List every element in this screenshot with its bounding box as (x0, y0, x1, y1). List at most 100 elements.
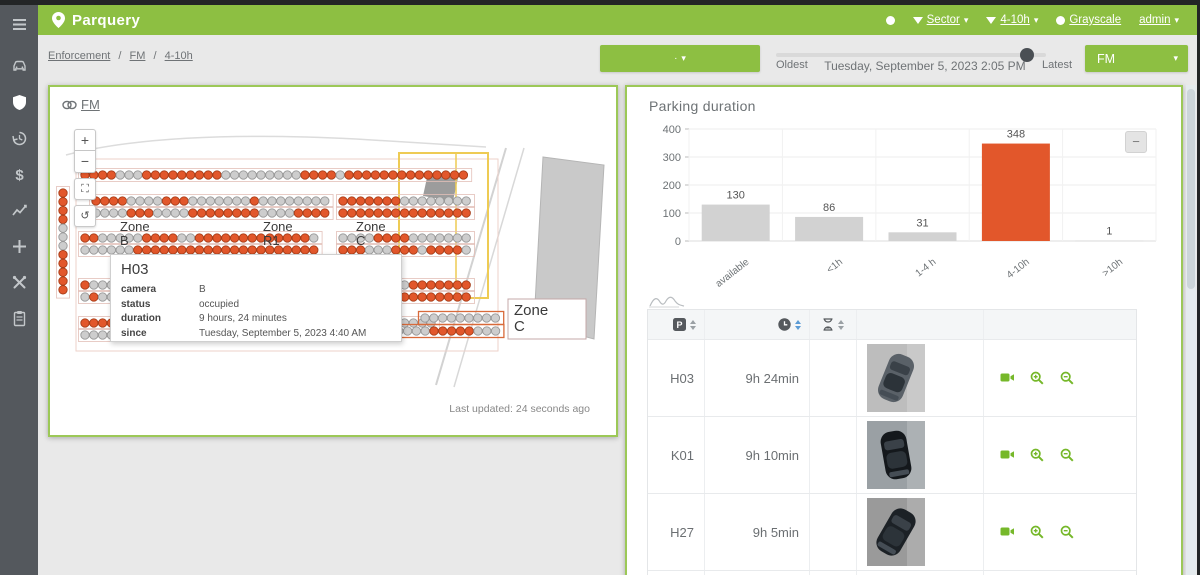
parking-spot-dot[interactable] (171, 197, 179, 205)
page-scrollbar[interactable] (1186, 85, 1196, 575)
parking-spot-dot[interactable] (459, 171, 467, 179)
parking-spot-dot[interactable] (409, 293, 417, 301)
parking-spot-dot[interactable] (107, 246, 115, 254)
parking-spot-dot[interactable] (354, 171, 362, 179)
zoom-in-icon[interactable] (1030, 448, 1045, 463)
dollar-icon[interactable]: $ (9, 164, 29, 184)
sort-arrows-icon[interactable] (795, 320, 801, 330)
parking-spot-dot[interactable] (250, 197, 258, 205)
parking-spot-dot[interactable] (453, 209, 461, 217)
parking-spot-dot[interactable] (134, 246, 142, 254)
breadcrumb-link-4-10h[interactable]: 4-10h (165, 50, 193, 62)
parking-spot-dot[interactable] (374, 197, 382, 205)
parking-spot-dot[interactable] (312, 197, 320, 205)
parking-spot-dot[interactable] (462, 293, 470, 301)
parking-spot-dot[interactable] (365, 209, 373, 217)
parking-spot-dot[interactable] (400, 246, 408, 254)
chart-bar-1-4 h[interactable] (889, 232, 957, 241)
parking-spot-dot[interactable] (321, 197, 329, 205)
parking-spot-dot[interactable] (339, 246, 347, 254)
table-header-clock[interactable] (705, 310, 810, 339)
video-icon[interactable] (1000, 525, 1015, 540)
clipboard-icon[interactable] (9, 308, 29, 328)
parking-spot-dot[interactable] (259, 209, 267, 217)
zoom-in-icon[interactable] (1030, 371, 1045, 386)
parking-spot-dot[interactable] (98, 293, 106, 301)
parking-spot-dot[interactable] (383, 234, 391, 242)
parking-spot-dot[interactable] (136, 209, 144, 217)
photo-cell[interactable] (857, 340, 984, 416)
parking-spot-dot[interactable] (98, 319, 106, 327)
parking-spot-dot[interactable] (418, 234, 426, 242)
parking-spot-dot[interactable] (169, 246, 177, 254)
parking-spot-dot[interactable] (109, 197, 117, 205)
parking-spot-dot[interactable] (222, 234, 230, 242)
parking-spot-dot[interactable] (301, 246, 309, 254)
parking-spot-dot[interactable] (348, 234, 356, 242)
parking-spot-dot[interactable] (409, 197, 417, 205)
parking-spot-dot[interactable] (189, 209, 197, 217)
parking-spot-dot[interactable] (248, 246, 256, 254)
parking-spot-dot[interactable] (169, 234, 177, 242)
parking-spot-dot[interactable] (222, 246, 230, 254)
parking-spot-dot[interactable] (444, 246, 452, 254)
parking-spot-dot[interactable] (90, 281, 98, 289)
parking-spot-dot[interactable] (365, 246, 373, 254)
parking-spot-dot[interactable] (418, 209, 426, 217)
map-title-link[interactable]: FM (81, 97, 100, 112)
top-menu-admin[interactable]: admin▾ (1139, 14, 1179, 26)
parking-spot-dot[interactable] (59, 242, 67, 250)
parking-spot-dot[interactable] (392, 197, 400, 205)
parking-spot-dot[interactable] (348, 209, 356, 217)
parking-spot-dot[interactable] (215, 209, 223, 217)
parking-spot-dot[interactable] (336, 171, 344, 179)
parking-spot-dot[interactable] (462, 209, 470, 217)
parking-spot-dot[interactable] (474, 314, 482, 322)
parking-spot-dot[interactable] (462, 197, 470, 205)
parking-spot-dot[interactable] (312, 209, 320, 217)
parking-spot-dot[interactable] (178, 246, 186, 254)
parking-spot-dot[interactable] (90, 293, 98, 301)
parking-spot-dot[interactable] (204, 246, 212, 254)
parking-spot-dot[interactable] (98, 331, 106, 339)
parking-spot-dot[interactable] (439, 327, 447, 335)
parking-spot-dot[interactable] (339, 209, 347, 217)
parking-spot-dot[interactable] (239, 246, 247, 254)
parking-spot-dot[interactable] (409, 281, 417, 289)
parking-spot-dot[interactable] (241, 197, 249, 205)
parking-spot-dot[interactable] (81, 319, 89, 327)
parking-spot-dot[interactable] (186, 171, 194, 179)
parking-spot-dot[interactable] (189, 197, 197, 205)
breadcrumb-link-fm[interactable]: FM (130, 50, 146, 62)
parking-spot-dot[interactable] (162, 197, 170, 205)
parking-spot-dot[interactable] (98, 171, 106, 179)
parking-spot-dot[interactable] (81, 331, 89, 339)
parking-spot-dot[interactable] (436, 246, 444, 254)
parking-spot-dot[interactable] (118, 209, 126, 217)
parking-spot-dot[interactable] (442, 171, 450, 179)
parking-spot-dot[interactable] (145, 197, 153, 205)
parking-spot-dot[interactable] (213, 234, 221, 242)
parking-spot-dot[interactable] (81, 293, 89, 301)
parking-spot-dot[interactable] (383, 209, 391, 217)
parking-spot-dot[interactable] (59, 224, 67, 232)
parking-spot-dot[interactable] (283, 171, 291, 179)
parking-spot-dot[interactable] (90, 246, 98, 254)
parking-spot-dot[interactable] (277, 197, 285, 205)
time-slider-track[interactable] (776, 53, 1046, 57)
parking-spot-dot[interactable] (107, 171, 115, 179)
parking-spot-dot[interactable] (151, 246, 159, 254)
parking-spot-dot[interactable] (453, 281, 461, 289)
parking-spot-dot[interactable] (427, 293, 435, 301)
parking-spot-dot[interactable] (456, 314, 464, 322)
parking-spot-dot[interactable] (160, 234, 168, 242)
hamburger-icon[interactable] (9, 14, 29, 34)
parking-spot-dot[interactable] (380, 171, 388, 179)
parking-spot-dot[interactable] (430, 314, 438, 322)
top-menu-sector[interactable]: Sector▾ (913, 14, 969, 26)
parking-spot-dot[interactable] (427, 209, 435, 217)
parking-spot-dot[interactable] (310, 234, 318, 242)
parking-spot-dot[interactable] (160, 246, 168, 254)
parking-spot-dot[interactable] (418, 197, 426, 205)
parking-spot-dot[interactable] (230, 171, 238, 179)
